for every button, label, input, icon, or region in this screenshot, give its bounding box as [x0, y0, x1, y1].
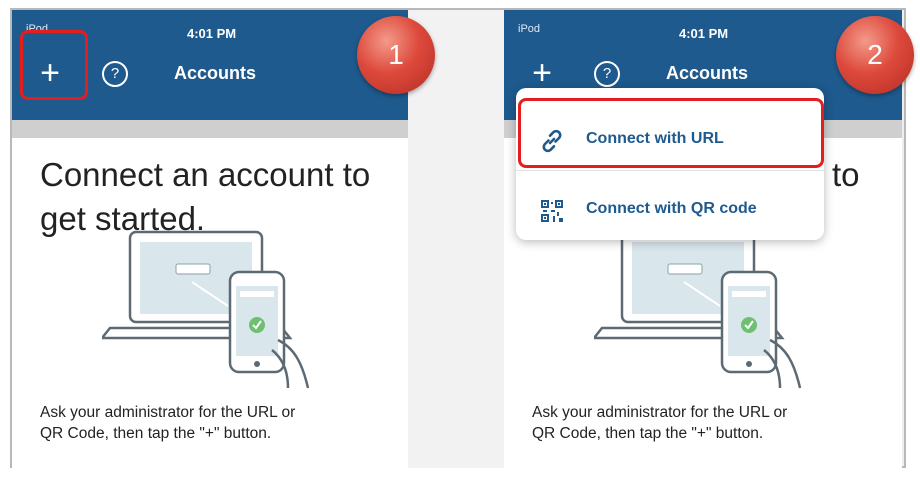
connect-with-qr-code-item[interactable]: Connect with QR code: [516, 180, 824, 240]
help-icon[interactable]: ?: [594, 61, 620, 87]
empty-state-heading: Connect an account to get started.: [40, 153, 370, 241]
plus-button-highlight: [20, 30, 88, 100]
status-time: 4:01 PM: [187, 26, 237, 41]
menu-divider: [516, 170, 824, 171]
status-device: iPod: [518, 23, 541, 35]
connect-with-qr-code-label: Connect with QR code: [586, 200, 757, 217]
instructions-text: Ask your administrator for the URL or QR…: [40, 402, 400, 444]
step-1-badge: 1: [357, 16, 435, 94]
status-time: 4:01 PM: [679, 26, 729, 41]
help-icon[interactable]: ?: [102, 61, 128, 87]
empty-state-heading-fragment: to: [832, 156, 860, 193]
qr-code-icon: [540, 199, 564, 223]
heading-line-1: Connect an account to: [40, 156, 371, 193]
instructions-line-1: Ask your administrator for the URL or: [40, 404, 296, 421]
page-title: Accounts: [174, 63, 257, 83]
instructions-line-2: QR Code, then tap the "+" button.: [40, 425, 272, 442]
laptop-phone-illustration: [594, 230, 802, 389]
step-2-panel: iPod 4:01 PM + ? Accounts to Ask your ad…: [504, 10, 902, 470]
instructions-line-2: QR Code, then tap the "+" button.: [532, 425, 764, 442]
step-2-badge: 2: [836, 16, 914, 94]
instructions-text: Ask your administrator for the URL or QR…: [532, 402, 892, 444]
page-title: Accounts: [666, 63, 749, 83]
laptop-phone-illustration: [102, 230, 310, 389]
sub-header-bar: [12, 120, 408, 138]
connect-url-highlight: [518, 98, 824, 168]
instructions-line-1: Ask your administrator for the URL or: [532, 404, 788, 421]
